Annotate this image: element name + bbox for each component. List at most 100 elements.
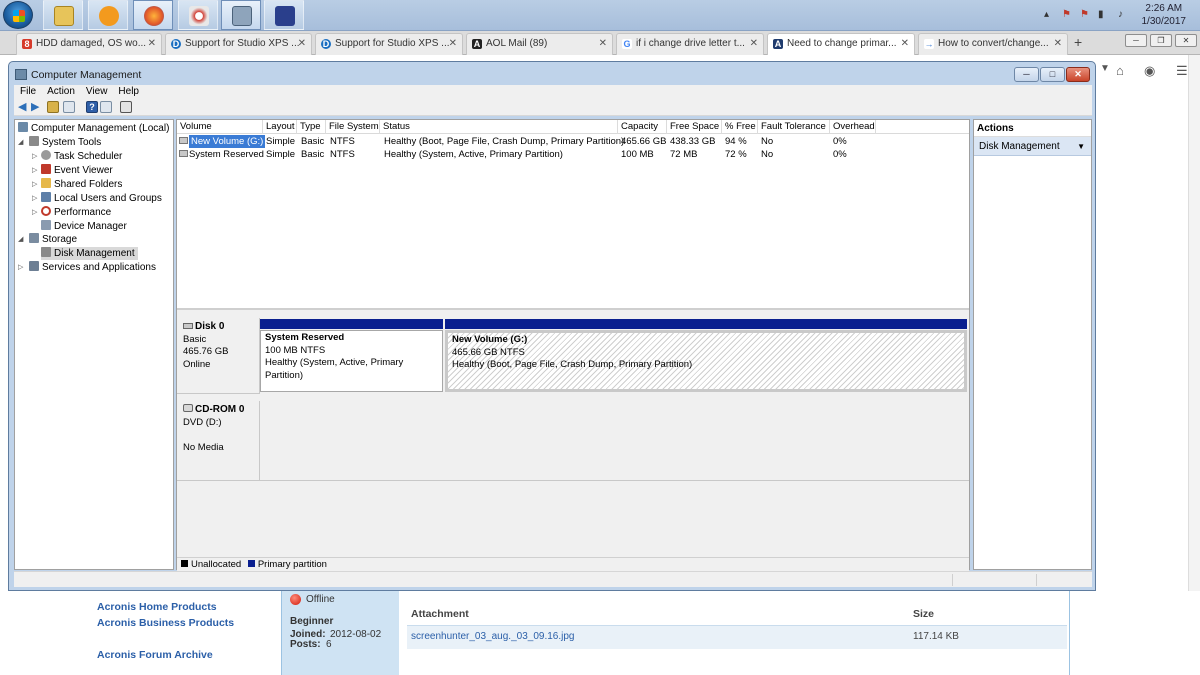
google-favicon-icon: G: [622, 39, 632, 49]
taskbar-app6-button[interactable]: [264, 0, 304, 30]
browser-close-button[interactable]: ✕: [1175, 34, 1197, 47]
column-capacity[interactable]: Capacity: [618, 120, 667, 134]
column-overhead[interactable]: Overhead: [830, 120, 876, 134]
disk-0-label[interactable]: Disk 0 Basic 465.76 GB Online: [177, 318, 260, 394]
close-button[interactable]: ✕: [1066, 67, 1090, 82]
expand-arrow-icon[interactable]: ▷: [32, 194, 37, 202]
close-tab-icon[interactable]: ✕: [599, 38, 607, 49]
attachment-file-link[interactable]: screenhunter_03_aug._03_09.16.jpg: [411, 631, 574, 642]
close-tab-icon[interactable]: ✕: [1054, 38, 1062, 49]
forward-icon[interactable]: ▶: [31, 101, 43, 113]
taskbar-firefox-button[interactable]: [133, 0, 173, 30]
close-tab-icon[interactable]: ✕: [148, 38, 156, 49]
column-free-space[interactable]: Free Space: [667, 120, 722, 134]
taskbar-computer-management-button[interactable]: [221, 0, 261, 30]
column-fault-tolerance[interactable]: Fault Tolerance: [758, 120, 830, 134]
menu-view[interactable]: View: [86, 85, 108, 99]
tree-item-services-applications[interactable]: Services and Applications: [29, 261, 156, 274]
close-tab-icon[interactable]: ✕: [901, 38, 909, 49]
start-button[interactable]: [3, 1, 33, 29]
show-hide-tree-icon[interactable]: [63, 101, 75, 113]
volume-row[interactable]: System Reserved Simple Basic NTFS Health…: [177, 148, 969, 161]
tree-item-computer-management[interactable]: Computer Management (Local): [18, 122, 169, 135]
link-business-products[interactable]: Acronis Business Products: [97, 617, 234, 629]
column-file-system[interactable]: File System: [326, 120, 380, 134]
expand-arrow-icon[interactable]: ▷: [32, 180, 37, 188]
properties-icon[interactable]: [100, 101, 112, 113]
tree-item-task-scheduler[interactable]: Task Scheduler: [41, 150, 122, 163]
computer-icon: [18, 122, 28, 132]
tree-item-performance[interactable]: Performance: [41, 206, 111, 219]
column-type[interactable]: Type: [297, 120, 326, 134]
menu-help[interactable]: Help: [118, 85, 139, 99]
window-titlebar[interactable]: Computer Management ─ □ ✕: [9, 62, 1095, 86]
network-warning-icon[interactable]: ⚑: [1062, 9, 1071, 20]
maximize-button[interactable]: □: [1040, 67, 1065, 82]
tab-how-to-convert[interactable]: → How to convert/change... ✕: [918, 33, 1068, 55]
page-scrollbar[interactable]: [1188, 55, 1200, 675]
volume-icon[interactable]: ♪: [1118, 9, 1123, 20]
menu-action[interactable]: Action: [47, 85, 75, 99]
tree-item-disk-management[interactable]: Disk Management: [41, 247, 138, 260]
cdrom-icon: [183, 404, 193, 412]
expand-arrow-icon[interactable]: ▷: [32, 208, 37, 216]
home-icon[interactable]: ⌂: [1116, 63, 1124, 78]
minimize-button[interactable]: ─: [1014, 67, 1039, 82]
tree-item-local-users-groups[interactable]: Local Users and Groups: [41, 192, 162, 205]
toolbar: ◀ ▶ ?: [14, 99, 1092, 116]
tree-item-storage[interactable]: Storage: [29, 233, 77, 246]
tab-aol-mail[interactable]: A AOL Mail (89) ✕: [466, 33, 613, 55]
tab-support-studio-xps-2[interactable]: D Support for Studio XPS ... ✕: [315, 33, 463, 55]
close-tab-icon[interactable]: ✕: [298, 38, 306, 49]
column-status[interactable]: Status: [380, 120, 618, 134]
action-center-icon[interactable]: ⚑: [1080, 9, 1089, 20]
collapse-arrow-icon[interactable]: ◢: [18, 138, 23, 146]
cdrom-0-label[interactable]: CD-ROM 0 DVD (D:) No Media: [177, 401, 260, 481]
tree-item-event-viewer[interactable]: Event Viewer: [41, 164, 113, 177]
new-tab-button[interactable]: +: [1074, 34, 1082, 50]
menu-file[interactable]: File: [20, 85, 36, 99]
browser-restore-button[interactable]: ❐: [1150, 34, 1172, 47]
link-forum-archive[interactable]: Acronis Forum Archive: [97, 649, 213, 661]
partition-system-reserved[interactable]: System Reserved 100 MB NTFS Healthy (Sys…: [260, 330, 443, 392]
volume-row[interactable]: New Volume (G:) Simple Basic NTFS Health…: [177, 135, 969, 148]
taskbar-media-button[interactable]: [88, 0, 128, 30]
tree-item-system-tools[interactable]: System Tools: [29, 136, 101, 149]
menu-icon[interactable]: ☰: [1176, 63, 1188, 79]
volume-status: Healthy (System, Active, Primary Partiti…: [384, 149, 563, 160]
settings-icon[interactable]: [120, 101, 132, 113]
tab-need-to-change-primary[interactable]: A Need to change primar... ✕: [767, 33, 915, 55]
pocket-icon[interactable]: ◉: [1144, 63, 1155, 79]
tree-item-shared-folders[interactable]: Shared Folders: [41, 178, 122, 191]
close-tab-icon[interactable]: ✕: [449, 38, 457, 49]
actions-disk-management[interactable]: Disk Management ▼: [974, 137, 1091, 156]
chevron-down-icon[interactable]: ▼: [1100, 63, 1110, 74]
help-icon[interactable]: ?: [86, 101, 98, 113]
clock[interactable]: 2:26 AM 1/30/2017: [1142, 2, 1187, 28]
column-volume[interactable]: Volume: [177, 120, 263, 134]
signal-icon[interactable]: ▮: [1098, 9, 1104, 20]
show-hidden-icons-icon[interactable]: ▴: [1044, 9, 1049, 20]
volume-layout: Simple: [266, 136, 296, 147]
tree-item-device-manager[interactable]: Device Manager: [41, 220, 127, 233]
partition-new-volume[interactable]: New Volume (G:) 465.66 GB NTFS Healthy (…: [445, 330, 967, 392]
media-player-icon: [99, 6, 119, 26]
expand-arrow-icon[interactable]: ▷: [32, 152, 37, 160]
back-icon[interactable]: ◀: [18, 101, 30, 113]
status-bar: [14, 571, 1092, 587]
taskbar-app4-button[interactable]: [178, 0, 218, 30]
disk-graphical-view: Disk 0 Basic 465.76 GB Online System Res…: [177, 308, 969, 571]
taskbar-explorer-button[interactable]: [43, 0, 83, 30]
up-folder-icon[interactable]: [47, 101, 59, 113]
column-percent-free[interactable]: % Free: [722, 120, 758, 134]
tab-hdd-damaged[interactable]: 8 HDD damaged, OS wo... ✕: [16, 33, 162, 55]
browser-minimize-button[interactable]: ─: [1125, 34, 1147, 47]
expand-arrow-icon[interactable]: ▷: [32, 166, 37, 174]
close-tab-icon[interactable]: ✕: [750, 38, 758, 49]
expand-arrow-icon[interactable]: ▷: [18, 263, 23, 271]
tab-google-search[interactable]: G if i change drive letter t... ✕: [616, 33, 764, 55]
link-home-products[interactable]: Acronis Home Products: [97, 601, 217, 613]
tab-support-studio-xps-1[interactable]: D Support for Studio XPS ... ✕: [165, 33, 312, 55]
collapse-arrow-icon[interactable]: ◢: [18, 235, 23, 243]
column-layout[interactable]: Layout: [263, 120, 297, 134]
